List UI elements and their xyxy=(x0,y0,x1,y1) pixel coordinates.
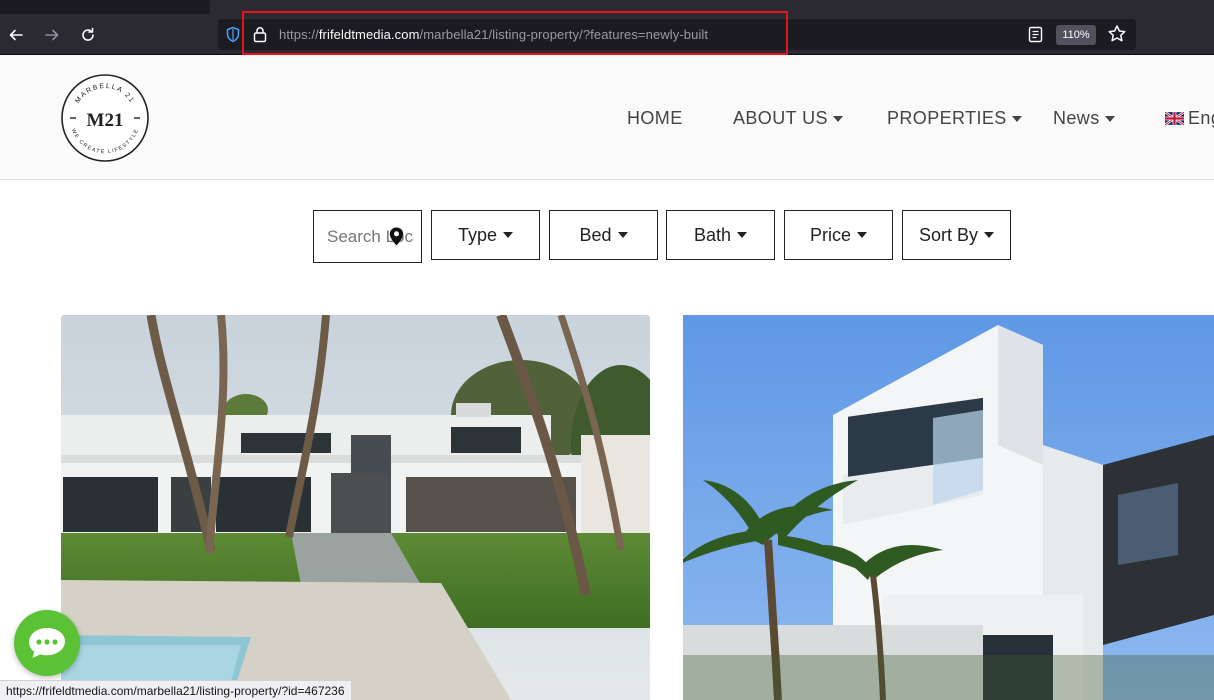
bed-filter-label: Bed xyxy=(579,224,612,245)
chat-bubble-icon xyxy=(29,628,65,658)
type-filter-label: Type xyxy=(457,224,498,245)
type-filter-button[interactable]: Type xyxy=(431,210,540,260)
caret-down-icon xyxy=(1011,115,1022,122)
property-card-2[interactable] xyxy=(683,315,1214,700)
location-search[interactable] xyxy=(313,210,422,263)
site-logo[interactable]: MARBELLA 21 M21 WE CREATE LIFESTYLE xyxy=(60,73,150,163)
language-selector[interactable]: Eng xyxy=(1165,108,1214,129)
arrow-left-icon xyxy=(9,29,23,41)
chat-button[interactable] xyxy=(14,610,80,676)
price-filter-label: Price xyxy=(809,224,851,245)
caret-down-icon xyxy=(617,232,628,238)
tracking-shield-icon[interactable] xyxy=(225,26,241,43)
price-filter-button[interactable]: Price xyxy=(784,210,893,260)
caret-down-icon xyxy=(1104,115,1115,122)
map-pin-icon xyxy=(389,227,404,246)
caret-down-icon xyxy=(857,232,867,238)
back-button[interactable] xyxy=(3,22,29,48)
nav-home-label: HOME xyxy=(627,108,683,128)
bed-filter-button[interactable]: Bed xyxy=(549,210,658,260)
logo-mark: M21 xyxy=(87,110,124,131)
reader-view-icon[interactable] xyxy=(1028,26,1043,43)
nav-news[interactable]: News xyxy=(1053,108,1115,129)
sort-by-label: Sort By xyxy=(918,224,979,245)
property-photo-villa-garden xyxy=(61,315,650,700)
nav-home[interactable]: HOME xyxy=(627,108,683,129)
reload-icon xyxy=(82,27,94,41)
url-highlight-box xyxy=(242,11,788,55)
forward-button[interactable] xyxy=(39,22,65,48)
language-label: Eng xyxy=(1188,108,1214,128)
status-bar-link-preview: https://frifeldtmedia.com/marbella21/lis… xyxy=(0,680,352,700)
site-header: MARBELLA 21 M21 WE CREATE LIFESTYLE xyxy=(0,55,1214,180)
caret-down-icon xyxy=(832,115,843,122)
caret-down-icon xyxy=(503,232,514,238)
nav-properties-label: PROPERTIES xyxy=(887,108,1007,128)
uk-flag-icon xyxy=(1165,112,1184,125)
sort-by-button[interactable]: Sort By xyxy=(902,210,1011,260)
nav-about-label: ABOUT US xyxy=(733,108,828,128)
bath-filter-label: Bath xyxy=(693,224,732,245)
nav-properties[interactable]: PROPERTIES xyxy=(887,108,1022,129)
star-icon[interactable] xyxy=(1107,24,1127,44)
property-card-1[interactable] xyxy=(61,315,650,700)
arrow-right-icon xyxy=(45,29,59,41)
nav-about-us[interactable]: ABOUT US xyxy=(733,108,843,129)
property-photo-modern-house xyxy=(683,315,1214,700)
nav-news-label: News xyxy=(1053,108,1100,128)
reload-button[interactable] xyxy=(75,22,101,48)
caret-down-icon xyxy=(737,232,748,238)
caret-down-icon xyxy=(984,232,995,238)
zoom-level-button[interactable]: 110% xyxy=(1056,25,1096,45)
bath-filter-button[interactable]: Bath xyxy=(666,210,775,260)
